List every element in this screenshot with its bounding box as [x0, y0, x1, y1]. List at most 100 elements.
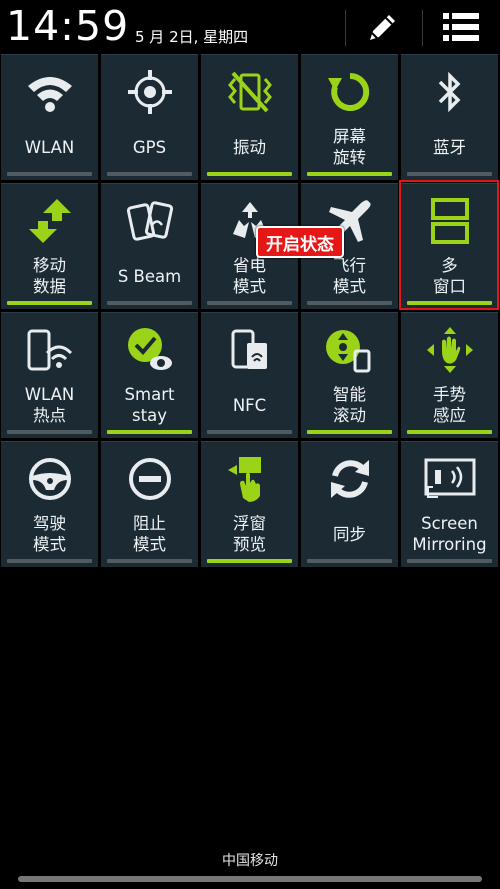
toggle-state-bar	[207, 301, 292, 305]
toggle-state-bar	[107, 172, 192, 176]
toggle-label: GPS	[101, 129, 198, 165]
wifi-icon	[1, 67, 98, 117]
divider	[422, 10, 423, 46]
gps-icon	[101, 67, 198, 117]
toggle-driving-mode[interactable]: 驾驶 模式	[1, 441, 98, 567]
toggle-smart-scroll[interactable]: 智能 滚动	[301, 312, 398, 438]
toggle-label: Smart stay	[101, 385, 198, 425]
toggle-label-line: 振动	[233, 137, 266, 157]
toggle-label: 多窗口	[401, 256, 498, 296]
bluetooth-icon	[401, 67, 498, 117]
toggle-label: WLAN	[1, 129, 98, 165]
toggle-label: WLAN 热点	[1, 385, 98, 425]
toggle-label-line: 热点	[33, 406, 66, 425]
state-callout: 开启状态	[256, 226, 344, 258]
toggle-label-line: Screen	[421, 514, 478, 533]
toggle-vibrate[interactable]: 振动	[201, 54, 298, 180]
toggle-label-line: NFC	[232, 395, 267, 415]
toggle-bluetooth[interactable]: 蓝牙	[401, 54, 498, 180]
toggle-state-bar	[207, 430, 292, 434]
toggle-state-bar	[7, 430, 92, 434]
menu-button[interactable]	[438, 6, 484, 48]
toggle-label-line: 移动	[33, 256, 66, 275]
toggle-blocking-mode[interactable]: 阻止 模式	[101, 441, 198, 567]
toggle-state-bar	[207, 559, 292, 563]
toggle-label-line: Smart	[124, 385, 175, 404]
toggle-label-line: 手势	[433, 385, 466, 404]
toggle-label: NFC	[201, 387, 298, 423]
air-view-icon	[201, 454, 298, 504]
toggle-rotate[interactable]: 屏幕 旋转	[301, 54, 398, 180]
toggle-state-bar	[307, 172, 392, 176]
toggle-state-bar	[407, 430, 492, 434]
wifi-hotspot-icon	[1, 325, 98, 375]
multi-window-icon	[401, 196, 498, 246]
toggle-label: 蓝牙	[401, 129, 498, 165]
pencil-icon	[370, 15, 395, 40]
toggle-label-line: 浮窗	[233, 514, 266, 533]
sync-icon	[301, 454, 398, 504]
toggle-air-gesture[interactable]: 手势 感应	[401, 312, 498, 438]
toggle-label: 飞行 模式	[301, 256, 398, 296]
list-menu-icon	[443, 13, 479, 41]
toggle-label: Screen Mirroring	[401, 514, 498, 554]
air-gesture-icon	[401, 325, 498, 375]
toggle-state-bar	[7, 559, 92, 563]
toggle-label-line: Mirroring	[412, 535, 487, 554]
toggle-label: 智能 滚动	[301, 385, 398, 425]
divider	[345, 10, 346, 46]
toggle-label-line: 同步	[333, 524, 366, 544]
toggle-label-line: 飞行	[333, 256, 366, 275]
s-beam-icon	[101, 196, 198, 246]
toggle-s-beam[interactable]: S Beam	[101, 183, 198, 309]
driving-mode-icon	[1, 454, 98, 504]
toggle-label: 移动 数据	[1, 256, 98, 296]
toggle-state-bar	[307, 559, 392, 563]
toggle-state-bar	[407, 301, 492, 305]
toggle-label-line: WLAN	[24, 137, 75, 157]
drag-handle[interactable]	[18, 876, 482, 882]
toggle-label-line: 模式	[33, 535, 66, 554]
toggle-label-line: 模式	[133, 535, 166, 554]
toggle-label: 手势 感应	[401, 385, 498, 425]
toggle-label: 浮窗 预览	[201, 514, 298, 554]
toggle-state-bar	[7, 301, 92, 305]
toggle-mobile-data[interactable]: 移动 数据	[1, 183, 98, 309]
toggle-wifi[interactable]: WLAN	[1, 54, 98, 180]
toggle-label-line: 数据	[33, 277, 66, 296]
toggle-multi-window[interactable]: 多窗口	[401, 183, 498, 309]
toggle-label-line: 旋转	[333, 148, 366, 167]
toggle-state-bar	[407, 172, 492, 176]
toggle-label-line: 驾驶	[33, 514, 66, 533]
toggle-nfc[interactable]: NFC	[201, 312, 298, 438]
date-label: 5 月 2日, 星期四	[135, 28, 249, 46]
toggle-screen-mirroring[interactable]: Screen Mirroring	[401, 441, 498, 567]
toggle-label-line: 感应	[433, 406, 466, 425]
toggle-sync[interactable]: 同步	[301, 441, 398, 567]
mobile-data-icon	[1, 196, 98, 246]
smart-stay-icon	[101, 325, 198, 375]
toggle-label: S Beam	[101, 258, 198, 294]
toggle-state-bar	[207, 172, 292, 176]
toggle-smart-stay[interactable]: Smart stay	[101, 312, 198, 438]
toggle-label-line: 模式	[233, 277, 266, 296]
toggle-state-bar	[107, 301, 192, 305]
toggle-label-line: 省电	[233, 256, 266, 275]
edit-button[interactable]	[360, 6, 406, 48]
toggle-wifi-hotspot[interactable]: WLAN 热点	[1, 312, 98, 438]
toggle-label-line: 智能	[333, 385, 366, 404]
toggle-label-line: 多	[441, 256, 458, 275]
toggle-air-view[interactable]: 浮窗 预览	[201, 441, 298, 567]
toggle-label-line: 蓝牙	[433, 137, 466, 157]
toggle-label: 同步	[301, 516, 398, 552]
toggle-label-line: 滚动	[333, 406, 366, 425]
toggle-label: 屏幕 旋转	[301, 127, 398, 167]
toggle-label: 省电 模式	[201, 256, 298, 296]
toggle-label-line: stay	[132, 406, 167, 425]
toggle-label-line: 屏幕	[333, 127, 366, 146]
toggle-state-bar	[107, 430, 192, 434]
toggle-gps[interactable]: GPS	[101, 54, 198, 180]
toggle-label-line: GPS	[132, 137, 167, 157]
toggle-label: 振动	[201, 129, 298, 165]
status-bar: 14:59 5 月 2日, 星期四	[0, 0, 500, 52]
